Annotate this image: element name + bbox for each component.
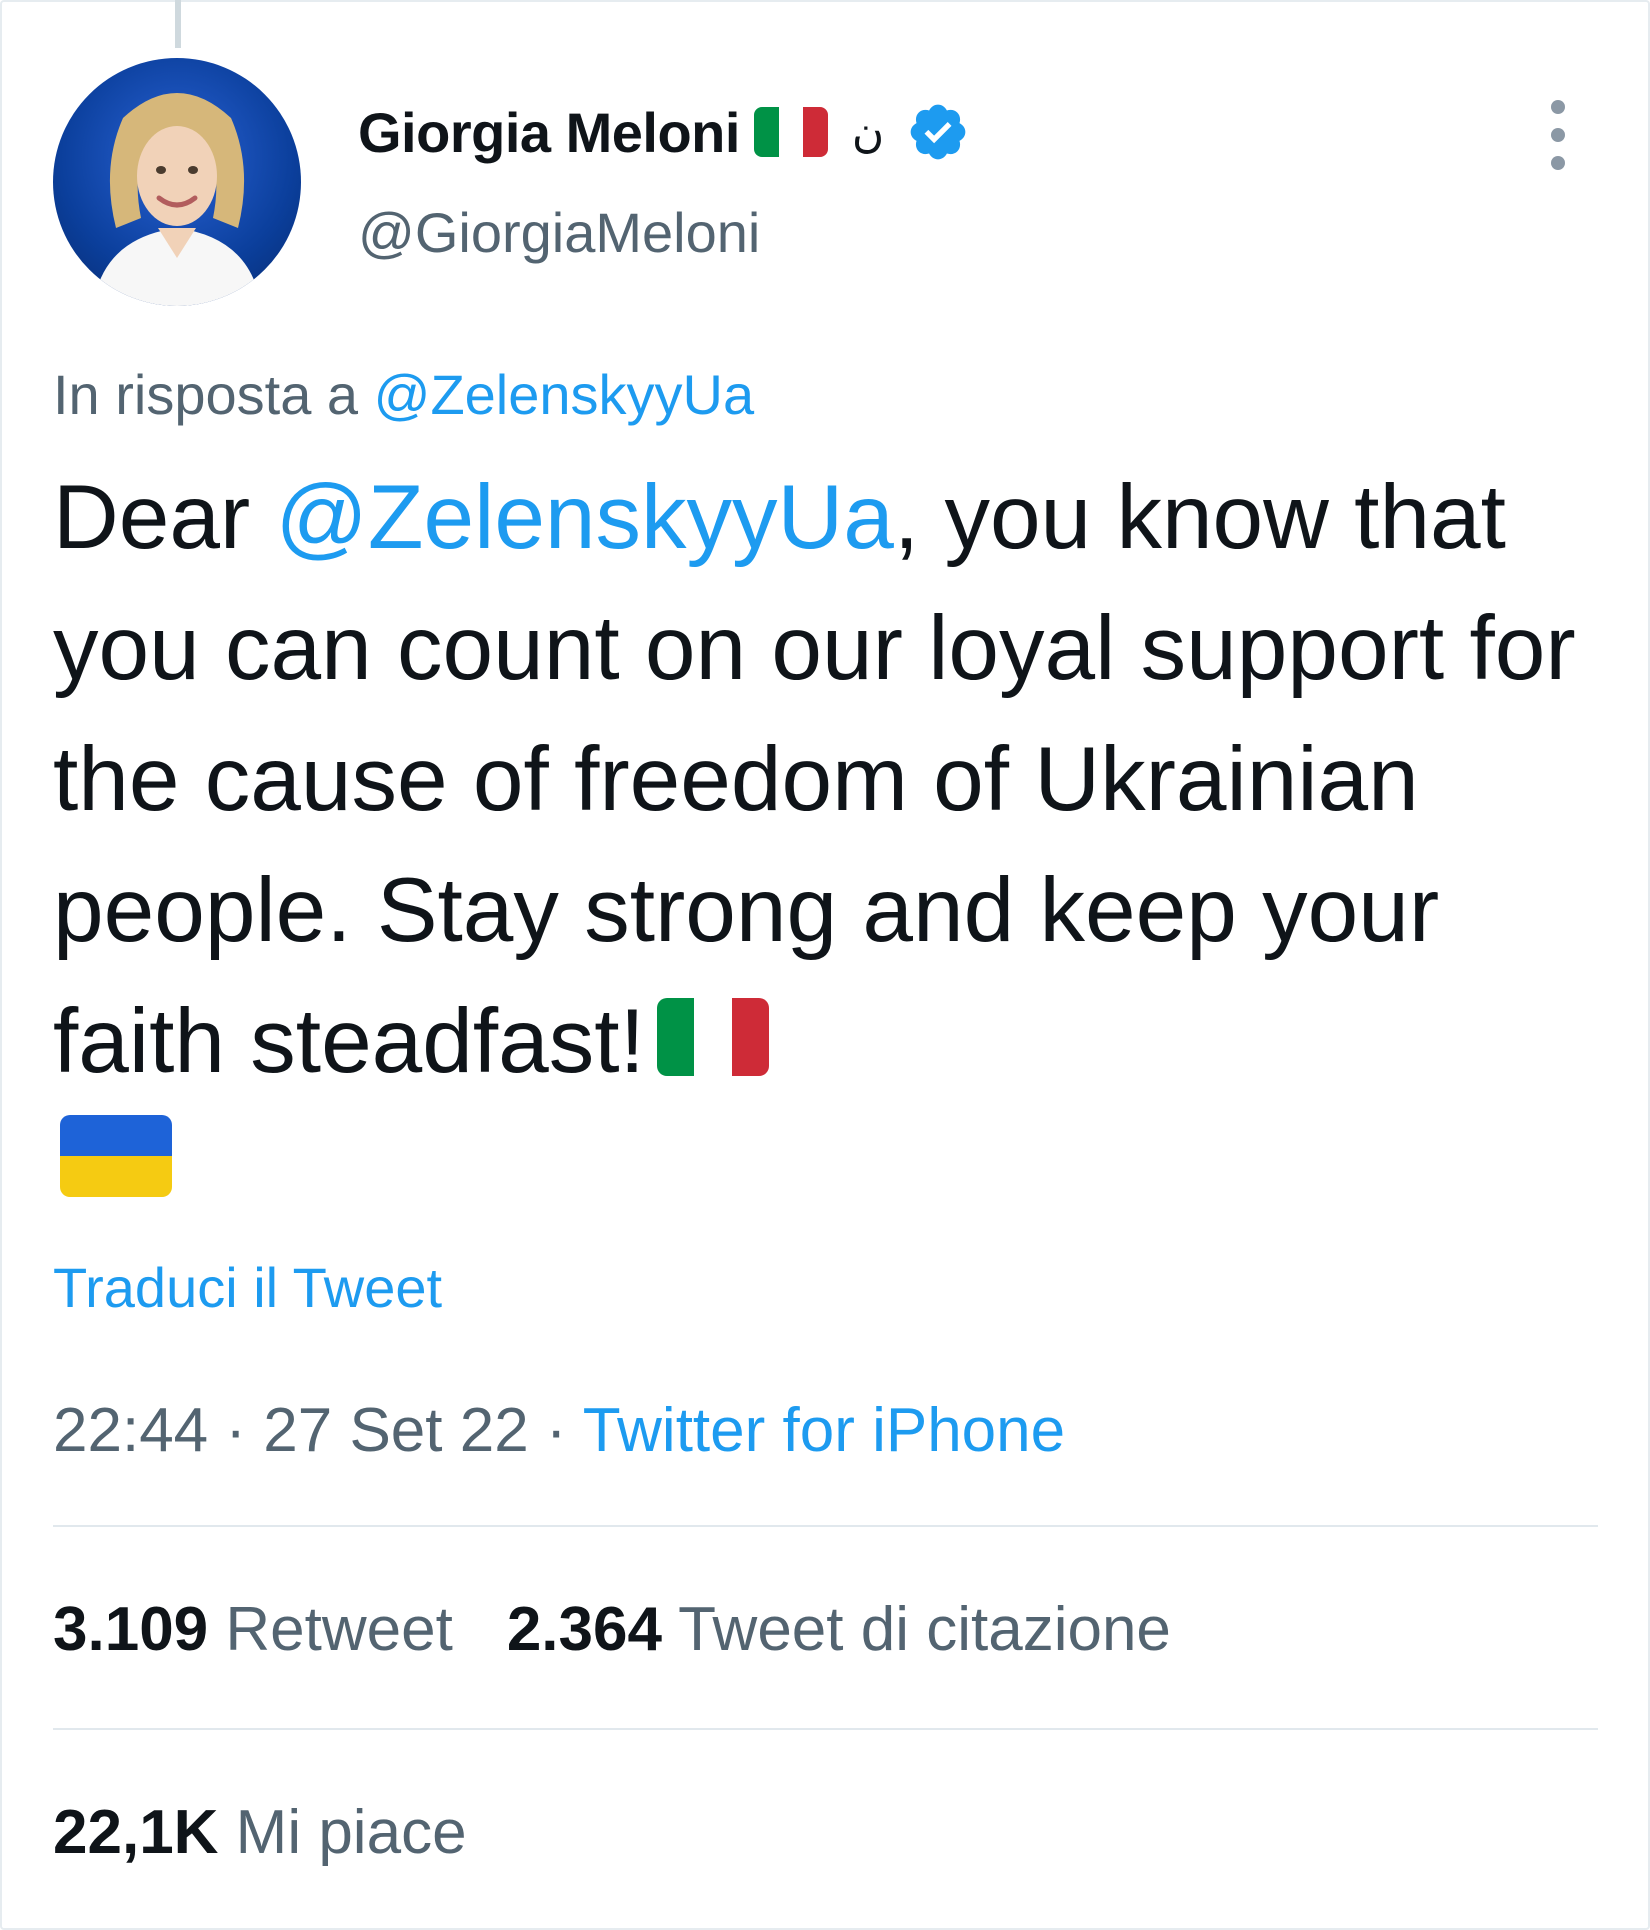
thread-connector-line — [175, 0, 181, 48]
tweet-metadata: 22:44 · 27 Set 22 · Twitter for iPhone — [53, 1395, 1065, 1466]
likes-label: Mi piace — [218, 1798, 467, 1867]
avatar[interactable] — [53, 58, 301, 306]
retweets-count: 3.109 — [53, 1595, 209, 1664]
translate-tweet-link[interactable]: Traduci il Tweet — [53, 1255, 442, 1320]
reply-to-mention-link[interactable]: @ZelenskyyUa — [374, 363, 755, 426]
avatar-portrait-icon — [93, 93, 261, 306]
author-handle[interactable]: @GiorgiaMeloni — [358, 200, 760, 265]
quote-tweets-label: Tweet di citazione — [661, 1595, 1171, 1664]
tweet-date[interactable]: 27 Set 22 — [263, 1396, 528, 1465]
verified-badge-icon[interactable] — [906, 100, 970, 164]
flag-ukraine-icon — [60, 1115, 172, 1197]
flag-italy-icon — [656, 998, 769, 1076]
author-name-symbol: ن — [851, 106, 885, 158]
tweet-mention-link[interactable]: @ZelenskyyUa — [276, 467, 894, 568]
meta-separator: · — [208, 1396, 264, 1465]
quote-tweets-stat[interactable]: 2.364 Tweet di citazione — [507, 1594, 1171, 1665]
tweet-source-link[interactable]: Twitter for iPhone — [583, 1396, 1065, 1465]
retweets-label: Retweet — [208, 1595, 453, 1664]
tweet-text: Dear @ZelenskyyUa, you know that you can… — [53, 452, 1613, 1107]
engagement-stats: 3.109 Retweet 2.364 Tweet di citazione — [53, 1594, 1171, 1665]
reply-context: In risposta a @ZelenskyyUa — [53, 362, 754, 427]
retweets-stat[interactable]: 3.109 Retweet — [53, 1594, 453, 1665]
divider — [53, 1525, 1598, 1527]
divider — [53, 1728, 1598, 1730]
author-name-row[interactable]: Giorgia Meloni ن — [358, 100, 970, 164]
likes-count: 22,1K — [53, 1798, 219, 1867]
tweet-time[interactable]: 22:44 — [53, 1396, 208, 1465]
author-name[interactable]: Giorgia Meloni — [358, 100, 740, 165]
flag-italy-icon — [753, 107, 828, 157]
likes-stat[interactable]: 22,1K Mi piace — [53, 1797, 467, 1868]
more-options-icon[interactable] — [1538, 100, 1578, 170]
quote-tweets-count: 2.364 — [506, 1595, 662, 1664]
meta-separator: · — [528, 1396, 583, 1465]
reply-prefix: In risposta a — [53, 363, 374, 426]
tweet-text-before: Dear — [53, 467, 276, 568]
